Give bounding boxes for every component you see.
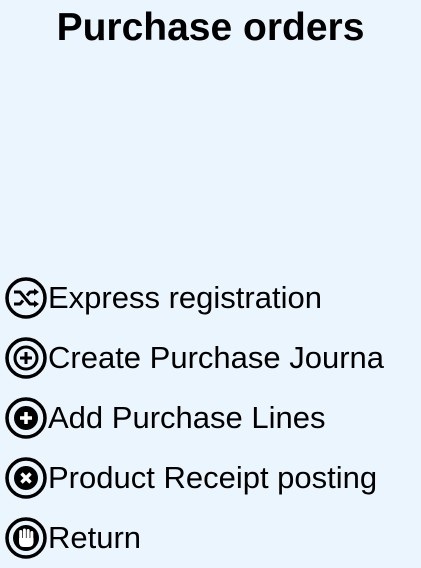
hand-stop-icon [5,517,47,559]
shuffle-icon [5,277,47,319]
menu-item-return[interactable]: Return [4,508,421,568]
menu-item-label: Add Purchase Lines [48,400,326,435]
action-menu: Express registration Create Purchase Jou… [4,268,421,568]
menu-item-product-receipt-posting[interactable]: Product Receipt posting [4,448,421,508]
menu-item-label: Express registration [48,280,322,315]
menu-item-label: Return [48,520,142,555]
menu-item-label: Product Receipt posting [48,460,378,495]
plus-circle-filled-icon [5,397,47,439]
menu-item-label: Create Purchase Journa [48,340,385,375]
menu-item-create-purchase-journal[interactable]: Create Purchase Journa [4,328,421,388]
page-title: Purchase orders [56,6,365,49]
plus-circle-icon [5,337,47,379]
menu-item-express-registration[interactable]: Express registration [4,268,421,328]
menu-item-add-purchase-lines[interactable]: Add Purchase Lines [4,388,421,448]
close-circle-filled-icon [5,457,47,499]
